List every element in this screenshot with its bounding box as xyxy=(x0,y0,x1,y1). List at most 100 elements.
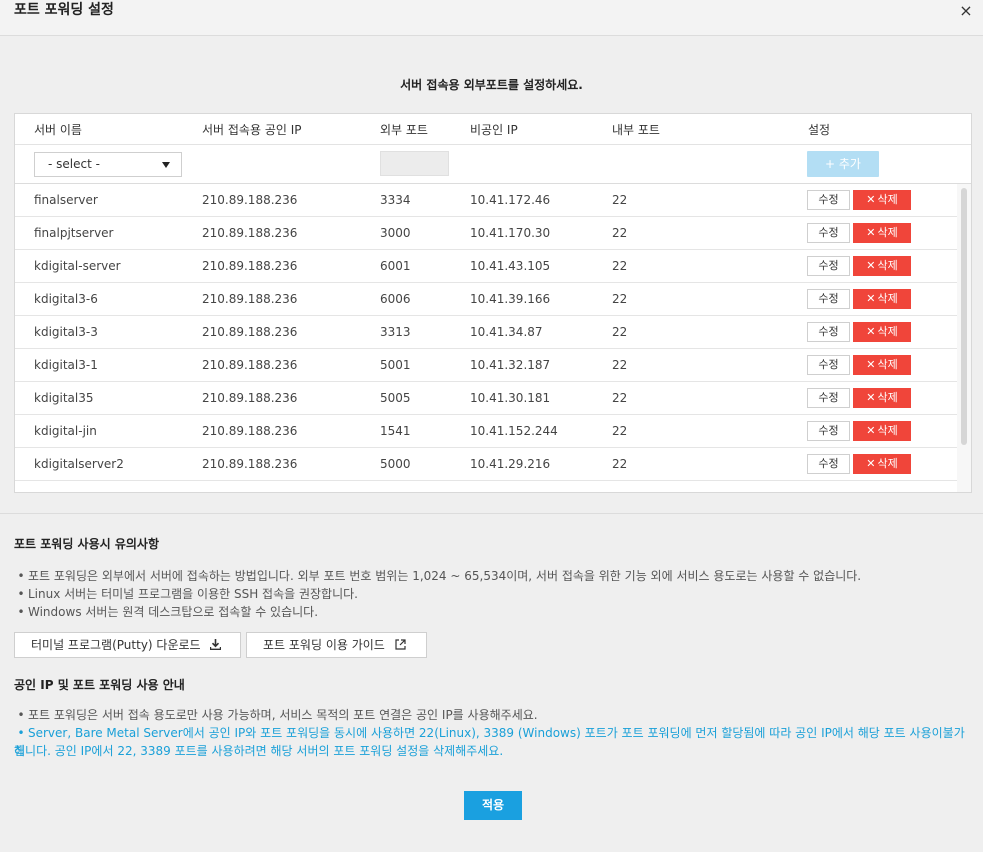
close-icon: ✕ xyxy=(866,193,876,206)
delete-label: 삭제 xyxy=(877,226,898,239)
server-name-cell: finalserver xyxy=(34,193,98,207)
putty-download-button[interactable]: 터미널 프로그램(Putty) 다운로드 xyxy=(14,632,241,658)
public-ip-cell: 210.89.188.236 xyxy=(202,358,298,372)
private-ip-cell: 10.41.39.166 xyxy=(470,292,551,306)
delete-label: 삭제 xyxy=(877,391,898,404)
delete-button[interactable]: ✕ 삭제 xyxy=(853,355,911,375)
external-port-cell: 5000 xyxy=(380,457,411,471)
server-name-cell: kdigital3-3 xyxy=(34,325,98,339)
notice-item: • 포트 포워딩은 서버 접속 용도로만 사용 가능하며, 서비스 목적의 포트 … xyxy=(17,708,538,722)
edit-button[interactable]: 수정 xyxy=(807,223,850,243)
external-port-cell: 5005 xyxy=(380,391,411,405)
server-select[interactable]: - select - xyxy=(34,152,182,177)
private-ip-cell: 10.41.30.181 xyxy=(470,391,551,405)
private-ip-cell: 10.41.34.87 xyxy=(470,325,543,339)
delete-button[interactable]: ✕ 삭제 xyxy=(853,421,911,441)
private-ip-cell: 10.41.170.30 xyxy=(470,226,551,240)
download-icon xyxy=(210,639,222,650)
close-icon: ✕ xyxy=(866,226,876,239)
internal-port-cell: 22 xyxy=(612,292,628,306)
server-name-cell: kdigital-server xyxy=(34,259,121,273)
public-ip-cell: 210.89.188.236 xyxy=(202,424,298,438)
notice-title: 포트 포워딩 사용시 유의사항 xyxy=(14,537,160,551)
col-server-name: 서버 이름 xyxy=(34,123,82,137)
edit-button[interactable]: 수정 xyxy=(807,388,850,408)
delete-button[interactable]: ✕ 삭제 xyxy=(853,388,911,408)
table-row: kdigital35 210.89.188.236 5005 10.41.30.181… xyxy=(15,382,957,415)
external-port-cell: 3334 xyxy=(380,193,411,207)
server-name-cell: finalpjtserver xyxy=(34,226,114,240)
external-port-cell: 5001 xyxy=(380,358,411,372)
edit-button[interactable]: 수정 xyxy=(807,289,850,309)
col-settings: 설정 xyxy=(808,123,831,137)
delete-button[interactable]: ✕ 삭제 xyxy=(853,223,911,243)
port-table: 서버 이름 서버 접속용 공인 IP 외부 포트 비공인 IP 내부 포트 설정… xyxy=(14,113,972,493)
table-header: 서버 이름 서버 접속용 공인 IP 외부 포트 비공인 IP 내부 포트 설정 xyxy=(15,114,971,145)
col-private-ip: 비공인 IP xyxy=(470,123,518,137)
delete-button[interactable]: ✕ 삭제 xyxy=(853,322,911,342)
scrollbar-thumb[interactable] xyxy=(961,188,967,445)
close-icon: ✕ xyxy=(866,325,876,338)
private-ip-cell: 10.41.43.105 xyxy=(470,259,551,273)
close-icon: ✕ xyxy=(866,457,876,470)
guide-link-button[interactable]: 포트 포워딩 이용 가이드 xyxy=(246,632,427,658)
internal-port-cell: 22 xyxy=(612,325,628,339)
server-name-cell: kdigitalserver2 xyxy=(34,457,124,471)
apply-button[interactable]: 적용 xyxy=(464,791,522,820)
table-row: finalpjtserver 210.89.188.236 3000 10.41.17… xyxy=(15,217,957,250)
col-internal-port: 내부 포트 xyxy=(612,123,660,137)
close-icon: ✕ xyxy=(866,358,876,371)
external-port-cell: 1541 xyxy=(380,424,411,438)
external-port-cell: 6001 xyxy=(380,259,411,273)
table-row: kdigital-server 210.89.188.236 6001 10.41.4… xyxy=(15,250,957,283)
table-row: kdigitalserver2 210.89.188.236 5000 10.41.2… xyxy=(15,448,957,481)
internal-port-cell: 22 xyxy=(612,457,628,471)
private-ip-cell: 10.41.172.46 xyxy=(470,193,551,207)
edit-button[interactable]: 수정 xyxy=(807,454,850,474)
edit-button[interactable]: 수정 xyxy=(807,355,850,375)
chevron-down-icon xyxy=(162,162,170,168)
delete-button[interactable]: ✕ 삭제 xyxy=(853,289,911,309)
server-name-cell: kdigital-jin xyxy=(34,424,97,438)
delete-button[interactable]: ✕ 삭제 xyxy=(853,256,911,276)
page-subtitle: 서버 접속용 외부포트를 설정하세요. xyxy=(400,78,583,92)
external-port-input[interactable] xyxy=(380,151,449,176)
delete-label: 삭제 xyxy=(877,424,898,437)
delete-label: 삭제 xyxy=(877,259,898,272)
close-icon[interactable]: × xyxy=(959,3,973,19)
external-port-cell: 3000 xyxy=(380,226,411,240)
private-ip-cell: 10.41.29.216 xyxy=(470,457,551,471)
close-icon: ✕ xyxy=(866,424,876,437)
private-ip-cell: 10.41.152.244 xyxy=(470,424,558,438)
delete-label: 삭제 xyxy=(877,193,898,206)
delete-label: 삭제 xyxy=(877,457,898,470)
col-external-port: 외부 포트 xyxy=(380,123,428,137)
delete-button[interactable]: ✕ 삭제 xyxy=(853,454,911,474)
close-icon: ✕ xyxy=(866,292,876,305)
add-button[interactable]: + 추가 xyxy=(807,151,879,177)
notice-title: 공인 IP 및 포트 포워딩 사용 안내 xyxy=(14,678,185,692)
server-name-cell: kdigital3-6 xyxy=(34,292,98,306)
external-link-icon xyxy=(395,639,406,650)
edit-button[interactable]: 수정 xyxy=(807,190,850,210)
server-select-value: - select - xyxy=(48,157,100,171)
internal-port-cell: 22 xyxy=(612,391,628,405)
internal-port-cell: 22 xyxy=(612,358,628,372)
edit-button[interactable]: 수정 xyxy=(807,322,850,342)
edit-button[interactable]: 수정 xyxy=(807,256,850,276)
delete-button[interactable]: ✕ 삭제 xyxy=(853,190,911,210)
table-row: kdigital3-3 210.89.188.236 3313 10.41.34.87… xyxy=(15,316,957,349)
table-row: kdigital3-1 210.89.188.236 5001 10.41.32.18… xyxy=(15,349,957,382)
edit-button[interactable]: 수정 xyxy=(807,421,850,441)
internal-port-cell: 22 xyxy=(612,259,628,273)
public-ip-cell: 210.89.188.236 xyxy=(202,259,298,273)
public-ip-cell: 210.89.188.236 xyxy=(202,325,298,339)
public-ip-cell: 210.89.188.236 xyxy=(202,457,298,471)
table-scrollbar[interactable] xyxy=(957,184,971,492)
public-ip-cell: 210.89.188.236 xyxy=(202,193,298,207)
close-icon: ✕ xyxy=(866,391,876,404)
notice-highlight-cont: 집니다. 공인 IP에서 22, 3389 포트를 사용하려면 해당 서버의 포… xyxy=(14,744,504,758)
dialog-title: 포트 포워딩 설정 xyxy=(14,2,114,18)
internal-port-cell: 22 xyxy=(612,226,628,240)
port-forwarding-dialog: 포트 포워딩 설정 × 서버 접속용 외부포트를 설정하세요. 서버 이름 서버… xyxy=(0,0,983,852)
